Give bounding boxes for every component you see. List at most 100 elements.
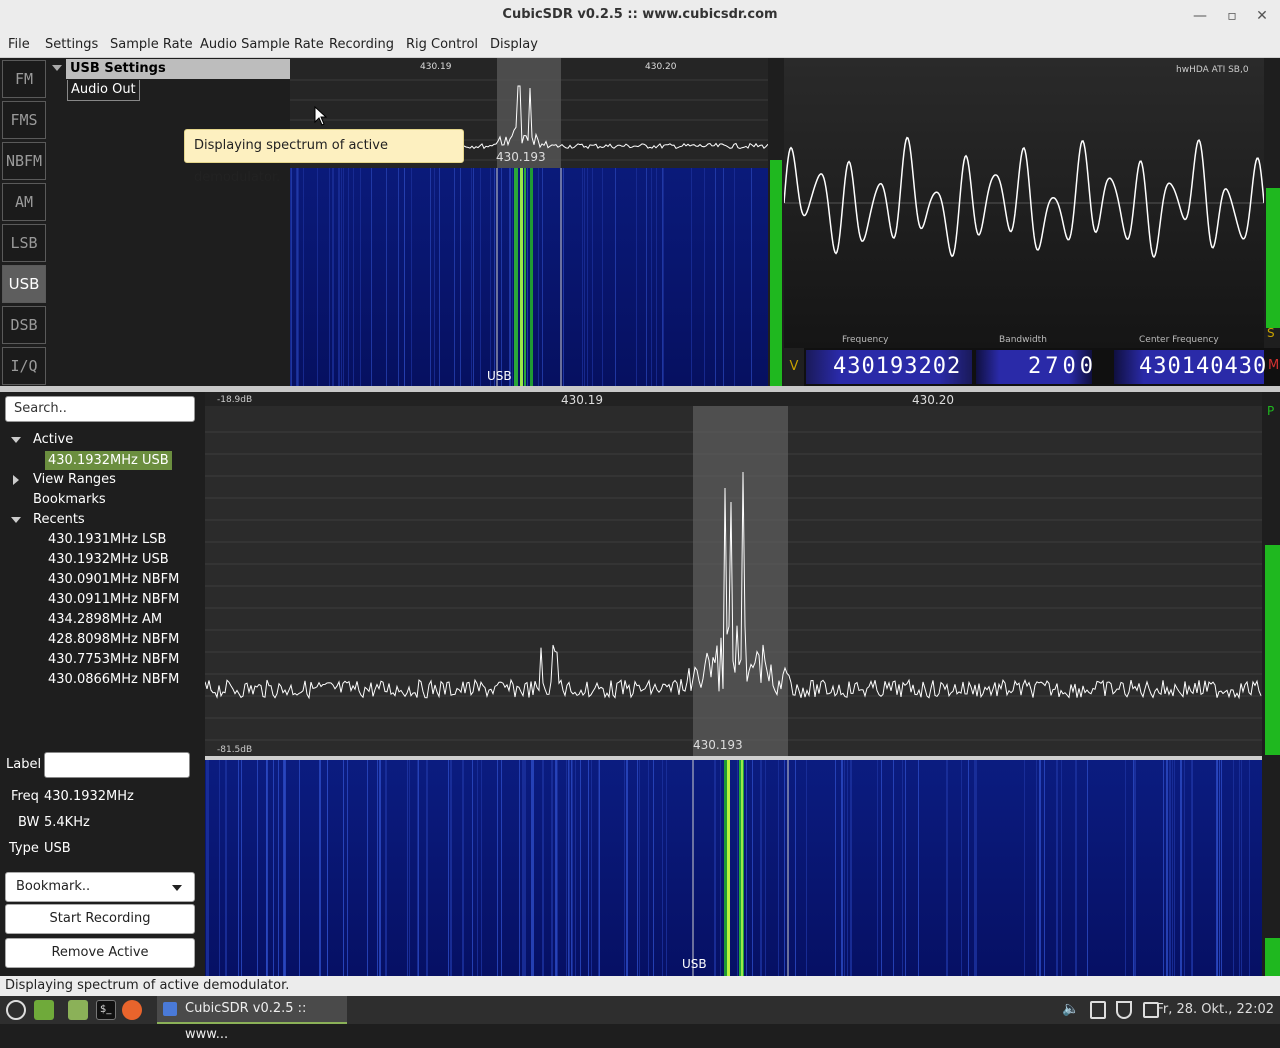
bandwidth-display[interactable]: 2700 xyxy=(976,350,1093,384)
bw-value: 5.4KHz xyxy=(44,815,90,830)
demod-waterfall-graph: USB xyxy=(290,168,768,388)
tree-view-ranges[interactable]: View Ranges xyxy=(33,472,116,487)
maximize-icon[interactable]: ▫ xyxy=(1222,6,1242,26)
files-icon[interactable] xyxy=(68,1000,88,1020)
waterfall-streak xyxy=(273,760,274,976)
waterfall-streak xyxy=(746,760,747,976)
mode-dsb-button[interactable]: DSB xyxy=(2,306,46,344)
recent-item[interactable]: 430.1931MHz LSB xyxy=(48,532,166,547)
recents-expand-icon[interactable] xyxy=(11,517,21,523)
recent-item[interactable]: 430.0866MHz NBFM xyxy=(48,672,179,687)
close-icon[interactable]: ✕ xyxy=(1252,6,1272,26)
mute-m-label[interactable]: M xyxy=(1268,358,1279,373)
volume-icon[interactable]: 🔈 xyxy=(1062,1001,1079,1017)
waterfall-streak xyxy=(651,168,652,388)
squelch-s-label[interactable]: S xyxy=(1267,326,1275,340)
waterfall-streak xyxy=(784,760,785,976)
main-waterfall[interactable]: USB xyxy=(205,760,1262,976)
mode-nbfm-button[interactable]: NBFM xyxy=(2,142,46,180)
clock[interactable]: Fr, 28. Okt., 22:02 xyxy=(1156,1002,1274,1017)
tree-bookmarks[interactable]: Bookmarks xyxy=(33,492,106,507)
waterfall-streak xyxy=(563,168,564,388)
waterfall-streak xyxy=(417,760,418,976)
waterfall-streak xyxy=(1166,760,1168,976)
recent-item[interactable]: 434.2898MHz AM xyxy=(48,612,162,627)
waterfall-streak xyxy=(290,168,291,388)
tree-recents[interactable]: Recents xyxy=(33,512,85,527)
waterfall-streak xyxy=(841,760,843,976)
mode-usb-button[interactable]: USB xyxy=(2,265,46,303)
mode-lsb-button[interactable]: LSB xyxy=(2,224,46,262)
active-demod-item[interactable]: 430.1932MHz USB xyxy=(45,451,172,470)
start-recording-button[interactable]: Start Recording xyxy=(5,904,195,934)
waterfall-streak xyxy=(1133,760,1134,976)
waterfall-streak xyxy=(765,760,766,976)
show-desktop-icon[interactable] xyxy=(34,1000,54,1020)
waterfall-streak xyxy=(257,760,258,976)
recent-item[interactable]: 430.0911MHz NBFM xyxy=(48,592,179,607)
waterfall-streak xyxy=(291,168,292,388)
audio-out-row[interactable]: Audio Out xyxy=(66,80,290,101)
waterfall-streak xyxy=(341,168,342,388)
usb-settings-header[interactable]: USB Settings xyxy=(66,59,290,79)
menu-file[interactable]: File xyxy=(8,37,30,52)
recent-item[interactable]: 430.1932MHz USB xyxy=(48,552,169,567)
menu-rig-control[interactable]: Rig Control xyxy=(406,37,478,52)
waterfall-streak xyxy=(1125,760,1126,976)
menu-sample-rate[interactable]: Sample Rate xyxy=(110,37,193,52)
shield-icon[interactable] xyxy=(1116,1001,1132,1019)
active-expand-icon[interactable] xyxy=(11,437,21,443)
recent-item[interactable]: 428.8098MHz NBFM xyxy=(48,632,179,647)
mode-am-button[interactable]: AM xyxy=(2,183,46,221)
firefox-icon[interactable] xyxy=(122,1000,142,1020)
menu-display[interactable]: Display xyxy=(490,37,538,52)
waterfall-streak xyxy=(1249,760,1250,976)
demod-frequency-display[interactable]: 430193202 xyxy=(806,350,972,384)
waterfall-streak xyxy=(575,760,576,976)
waterfall-streak xyxy=(850,760,852,976)
collapse-arrow-icon[interactable] xyxy=(52,65,62,71)
main-spectrum[interactable]: -18.9dB -81.5dB 430.19 430.20 430.193 xyxy=(205,392,1262,756)
center-frequency-display[interactable]: 430140430 xyxy=(1114,350,1266,384)
scope-graph: hwHDA ATI SB,0 Frequency Bandwidth Cente… xyxy=(784,58,1264,348)
waterfall-streak xyxy=(626,760,628,976)
minimize-icon[interactable]: — xyxy=(1190,6,1210,26)
search-input[interactable]: Search.. xyxy=(5,396,195,422)
recent-item[interactable]: 430.0901MHz NBFM xyxy=(48,572,179,587)
recent-item[interactable]: 430.7753MHz NBFM xyxy=(48,652,179,667)
menu-audio-sample-rate[interactable]: Audio Sample Rate xyxy=(200,37,324,52)
waterfall-streak xyxy=(473,168,474,388)
gain-meter[interactable]: S xyxy=(1264,58,1280,388)
waterfall-streak xyxy=(691,168,692,388)
taskbar-cubicsdr-task[interactable]: CubicSDR v0.2.5 :: www... xyxy=(157,996,347,1042)
remove-active-button[interactable]: Remove Active xyxy=(5,938,195,968)
waterfall-streak xyxy=(450,760,452,976)
waterfall-streak xyxy=(778,760,779,976)
volume-v-label[interactable]: V xyxy=(784,348,804,386)
waterfall-speed-meter[interactable]: P xyxy=(1262,392,1280,976)
mode-selector: FM FMS NBFM AM LSB USB DSB I/Q xyxy=(0,58,48,388)
view-ranges-expand-icon[interactable] xyxy=(13,475,19,485)
audio-level-meter[interactable] xyxy=(768,58,784,388)
demod-waterfall[interactable]: USB xyxy=(290,168,768,388)
mode-fm-button[interactable]: FM xyxy=(2,60,46,98)
menu-launcher-icon[interactable] xyxy=(6,1000,26,1020)
waterfall-streak xyxy=(662,168,663,388)
audio-level-fill xyxy=(770,160,782,388)
bw-caption: BW xyxy=(18,815,40,830)
terminal-icon[interactable]: $_ xyxy=(96,1000,116,1020)
mode-iq-button[interactable]: I/Q xyxy=(2,347,46,385)
bookmark-dropdown-button[interactable]: Bookmark.. xyxy=(5,872,195,902)
menu-recording[interactable]: Recording xyxy=(329,37,394,52)
label-input[interactable] xyxy=(44,752,190,778)
peak-p-label[interactable]: P xyxy=(1267,404,1274,418)
tree-active[interactable]: Active xyxy=(33,432,73,447)
mode-fms-button[interactable]: FMS xyxy=(2,101,46,139)
waterfall-streak xyxy=(299,760,300,976)
waterfall-streak xyxy=(379,760,381,976)
clipboard-icon[interactable] xyxy=(1090,1001,1106,1019)
spectrum-avg-fill xyxy=(1265,545,1280,755)
menu-settings[interactable]: Settings xyxy=(45,37,98,52)
waterfall-streak xyxy=(297,168,298,388)
top-spectrum-tick-2: 430.20 xyxy=(645,62,677,72)
